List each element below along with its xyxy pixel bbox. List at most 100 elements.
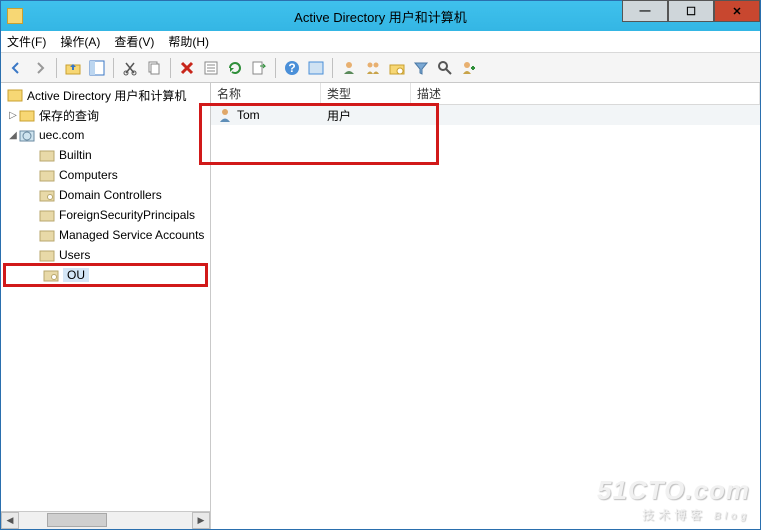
close-button[interactable]: ✕ [714,0,760,22]
toolbar-separator [113,58,114,78]
user-add-icon [461,60,477,76]
tree-item-computers[interactable]: Computers [1,165,210,185]
scroll-thumb[interactable] [47,513,107,527]
export-button[interactable] [248,57,270,79]
window-title: Active Directory 用户和计算机 [294,7,467,26]
cell-name-text: Tom [237,108,260,122]
delete-button[interactable] [176,57,198,79]
toolbar-separator [56,58,57,78]
tree-item-msa[interactable]: Managed Service Accounts [1,225,210,245]
scroll-left-button[interactable]: ◀ [1,512,19,529]
refresh-button[interactable] [224,57,246,79]
list-pane: 名称 类型 描述 Tom 用户 51CTO.com 技术博客 Blog [211,83,760,529]
show-hide-tree-button[interactable] [86,57,108,79]
menu-view[interactable]: 查看(V) [114,33,154,50]
maximize-icon: ☐ [686,5,696,18]
ou-icon [43,267,59,283]
new-ou-button[interactable] [386,57,408,79]
tree-label: Domain Controllers [59,188,162,202]
help-button[interactable]: ? [281,57,303,79]
refresh-icon [227,60,243,76]
tree-root[interactable]: Active Directory 用户和计算机 [1,85,210,105]
tree-label: ForeignSecurityPrincipals [59,208,195,222]
list-row-user[interactable]: Tom 用户 [211,105,760,125]
search-icon [437,60,453,76]
tree-label: Computers [59,168,118,182]
tree-hscrollbar[interactable]: ◀ ▶ [1,511,210,529]
tree-label: 保存的查询 [39,107,99,124]
toolbar-separator [275,58,276,78]
properties-button[interactable] [200,57,222,79]
find-icon [308,60,324,76]
cut-button[interactable] [119,57,141,79]
new-group-button[interactable] [362,57,384,79]
list-body[interactable]: Tom 用户 [211,105,760,529]
delete-icon [179,60,195,76]
nav-back-button[interactable] [5,57,27,79]
copy-button[interactable] [143,57,165,79]
ou-icon [39,187,55,203]
group-icon [365,60,381,76]
maximize-button[interactable]: ☐ [668,0,714,22]
find-button[interactable] [305,57,327,79]
toolbar-separator [170,58,171,78]
menubar: 文件(F) 操作(A) 查看(V) 帮助(H) [1,31,760,53]
tree-item-builtin[interactable]: Builtin [1,145,210,165]
toolbar: ? [1,53,760,83]
filter-icon [413,60,429,76]
folder-up-icon [65,60,81,76]
tree-label: uec.com [39,128,84,142]
list-header: 名称 类型 描述 [211,83,760,105]
up-level-button[interactable] [62,57,84,79]
toolbar-separator [332,58,333,78]
minimize-icon: — [640,5,651,17]
scroll-track[interactable] [19,512,192,529]
arrow-left-icon [8,60,24,76]
menu-help[interactable]: 帮助(H) [168,33,209,50]
ou-folder-icon [389,60,405,76]
scroll-right-button[interactable]: ▶ [192,512,210,529]
tree-domain[interactable]: ◢ uec.com [1,125,210,145]
cell-type: 用户 [321,107,411,124]
tree-label: Builtin [59,148,92,162]
column-desc[interactable]: 描述 [411,83,760,104]
properties-icon [203,60,219,76]
column-name[interactable]: 名称 [211,83,321,104]
filter-button[interactable] [410,57,432,79]
tree-label: Active Directory 用户和计算机 [27,87,186,104]
tree-label: OU [63,268,89,282]
minimize-button[interactable]: — [622,0,668,22]
cell-name: Tom [211,107,321,123]
expander-icon[interactable]: ▷ [7,110,19,121]
user-icon [217,107,233,123]
scissors-icon [122,60,138,76]
tree-pane: Active Directory 用户和计算机 ▷ 保存的查询 ◢ uec.co… [1,83,211,529]
copy-icon [146,60,162,76]
tree-saved-queries[interactable]: ▷ 保存的查询 [1,105,210,125]
arrow-right-icon [32,60,48,76]
app-icon [7,8,23,24]
ad-root-icon [7,87,23,103]
tree-item-users[interactable]: Users [1,245,210,265]
add-to-group-button[interactable] [458,57,480,79]
search-button[interactable] [434,57,456,79]
window-controls: — ☐ ✕ [622,1,760,31]
body-area: Active Directory 用户和计算机 ▷ 保存的查询 ◢ uec.co… [1,83,760,529]
tree-view[interactable]: Active Directory 用户和计算机 ▷ 保存的查询 ◢ uec.co… [1,83,210,511]
tree-pane-icon [89,60,105,76]
nav-forward-button[interactable] [29,57,51,79]
menu-file[interactable]: 文件(F) [7,33,46,50]
menu-action[interactable]: 操作(A) [60,33,100,50]
tree-item-fsp[interactable]: ForeignSecurityPrincipals [1,205,210,225]
tree-item-domain-controllers[interactable]: Domain Controllers [1,185,210,205]
folder-icon [39,147,55,163]
domain-icon [19,127,35,143]
tree-item-ou[interactable]: OU [5,265,206,285]
user-icon [341,60,357,76]
app-window: Active Directory 用户和计算机 — ☐ ✕ 文件(F) 操作(A… [0,0,761,530]
expander-icon[interactable]: ◢ [7,130,19,141]
new-user-button[interactable] [338,57,360,79]
titlebar: Active Directory 用户和计算机 — ☐ ✕ [1,1,760,31]
column-type[interactable]: 类型 [321,83,411,104]
folder-icon [39,207,55,223]
